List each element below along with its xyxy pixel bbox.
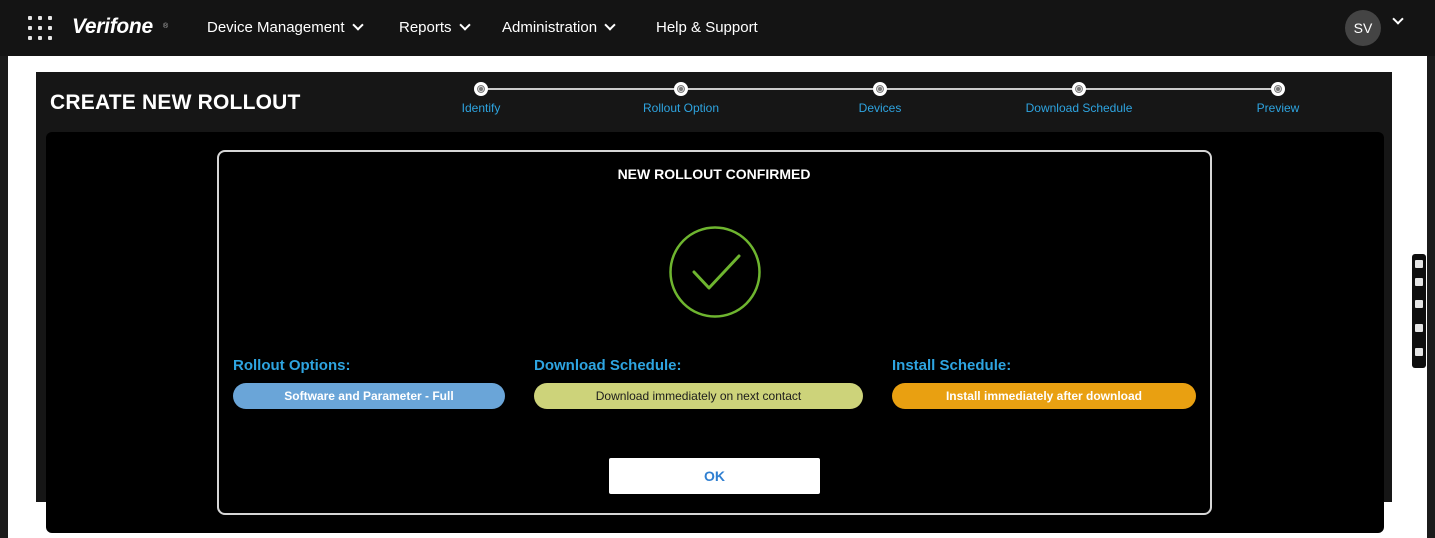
toolbar-tool-icon[interactable]: [1415, 324, 1423, 332]
checkmark-circle-icon: [669, 226, 761, 318]
window-frame-left: [0, 0, 8, 538]
step-preview-dot[interactable]: [1271, 82, 1285, 96]
install-schedule-value-badge: Install immediately after download: [892, 383, 1196, 409]
nav-device-management[interactable]: Device Management: [207, 19, 364, 36]
download-schedule-label: Download Schedule:: [534, 357, 682, 374]
step-identify-label[interactable]: Identify: [462, 101, 501, 115]
step-rollout-option-dot[interactable]: [674, 82, 688, 96]
nav-reports[interactable]: Reports: [399, 19, 471, 36]
chevron-down-icon: [458, 19, 471, 31]
user-avatar[interactable]: SV: [1345, 10, 1381, 46]
dialog-title: NEW ROLLOUT CONFIRMED: [617, 166, 811, 182]
nav-help-support[interactable]: Help & Support: [656, 19, 758, 36]
nav-device-management-label: Device Management: [207, 19, 345, 36]
download-schedule-value-badge: Download immediately on next contact: [534, 383, 863, 409]
window-frame-right: [1427, 0, 1435, 538]
ok-button[interactable]: OK: [609, 458, 820, 494]
toolbar-tool-icon[interactable]: [1415, 348, 1423, 356]
rollout-options-value-badge: Software and Parameter - Full: [233, 383, 505, 409]
step-preview-label[interactable]: Preview: [1257, 101, 1300, 115]
step-download-schedule-dot[interactable]: [1072, 82, 1086, 96]
step-devices-dot[interactable]: [873, 82, 887, 96]
grid-dots-icon[interactable]: [28, 16, 52, 40]
rollout-options-label: Rollout Options:: [233, 357, 351, 374]
toolbar-tool-icon[interactable]: [1415, 278, 1423, 286]
chevron-down-icon: [351, 19, 364, 31]
side-floating-toolbar: [1412, 254, 1426, 368]
toolbar-tool-icon[interactable]: [1415, 260, 1423, 268]
step-devices-label[interactable]: Devices: [859, 101, 902, 115]
user-menu-chevron-down-icon[interactable]: [1392, 13, 1404, 25]
nav-administration-label: Administration: [502, 19, 598, 36]
nav-reports-label: Reports: [399, 19, 452, 36]
verifone-logo[interactable]: Verifone: [72, 15, 153, 39]
nav-help-support-label: Help & Support: [656, 19, 758, 36]
page-title: CREATE NEW ROLLOUT: [50, 91, 301, 114]
install-schedule-label: Install Schedule:: [892, 357, 1012, 374]
step-rollout-option-label[interactable]: Rollout Option: [643, 101, 719, 115]
toolbar-tool-icon[interactable]: [1415, 300, 1423, 308]
chevron-down-icon: [604, 19, 616, 31]
logo-registered-mark: ®: [163, 23, 169, 30]
step-identify-dot[interactable]: [474, 82, 488, 96]
top-navigation-bar: Verifone ® Device Management Reports Adm…: [0, 0, 1435, 56]
step-download-schedule-label[interactable]: Download Schedule: [1026, 101, 1133, 115]
nav-administration[interactable]: Administration: [502, 19, 616, 36]
